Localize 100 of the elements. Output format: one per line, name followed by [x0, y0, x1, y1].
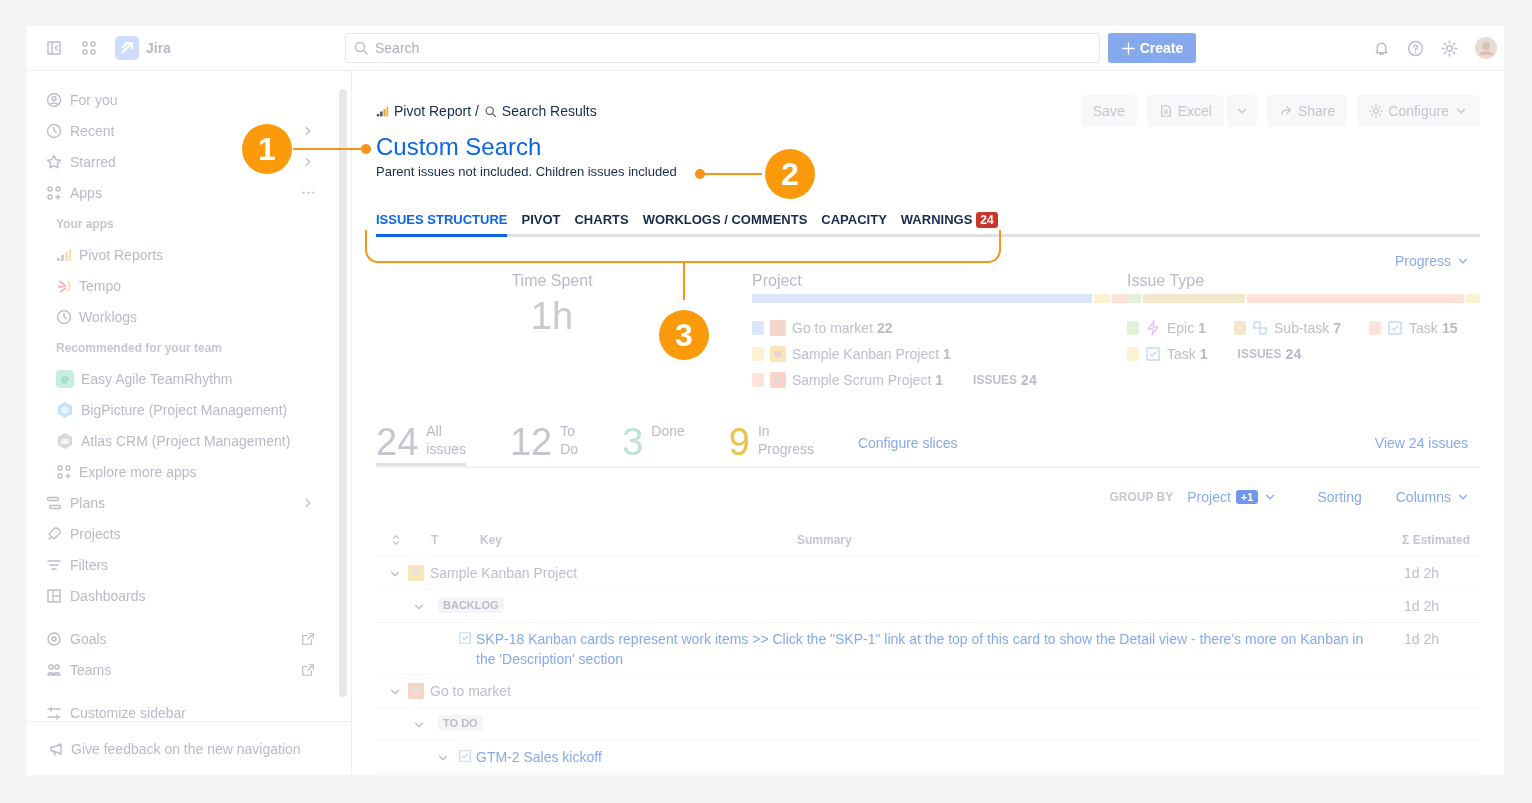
ribbon-icon	[56, 277, 72, 294]
sidebar-item[interactable]: Dashboards	[46, 587, 146, 604]
hexagon-icon	[56, 400, 74, 419]
breakdown-title: Issue Type	[1127, 271, 1206, 291]
sidebar-item[interactable]: Filters	[46, 556, 109, 573]
checkbox-icon	[458, 749, 472, 763]
tab[interactable]: WORKLOGS / COMMENTS	[642, 210, 808, 237]
project-group-label[interactable]: Sample Kanban Project	[430, 563, 578, 583]
legend-count: 7	[1333, 320, 1342, 336]
tab[interactable]: PIVOT	[521, 210, 561, 237]
sidebar-item[interactable]: Projects	[46, 525, 121, 542]
column-header[interactable]: Σ Estimated	[1360, 533, 1480, 547]
sidebar-item[interactable]: Apps	[46, 184, 102, 201]
sorting-button[interactable]: Sorting	[1317, 489, 1362, 505]
total-label: ISSUES	[973, 373, 1018, 387]
sidebar-heading: Recommended for your team	[55, 339, 224, 357]
legend-label: Sub-task	[1274, 320, 1330, 336]
columns-dropdown[interactable]: Columns	[1395, 489, 1470, 505]
status-lozenge: TO DO	[438, 715, 483, 731]
column-header[interactable]: Summary	[797, 533, 1360, 547]
legend-label: Task	[1409, 320, 1438, 336]
sidebar-item[interactable]: Customize sidebar	[46, 704, 186, 721]
bars-icon	[46, 494, 62, 511]
column-header[interactable]: T	[416, 533, 480, 547]
legend-label: Sample Kanban Project	[792, 346, 940, 362]
apps-icon	[56, 463, 72, 480]
page-title: Custom Search	[376, 132, 543, 162]
view-issues-link[interactable]: View 24 issues	[1374, 435, 1480, 451]
project-avatar-icon	[770, 320, 786, 336]
progress-dropdown[interactable]: Progress	[1394, 251, 1470, 271]
breadcrumb-link[interactable]: Search Results	[501, 103, 597, 119]
rocket-icon	[46, 525, 62, 542]
search-icon	[483, 104, 497, 118]
column-header[interactable]: Key	[480, 533, 797, 547]
export-menu-button[interactable]	[1226, 95, 1257, 127]
legend-count: 1	[943, 346, 951, 362]
sidebar-item[interactable]: BigPicture (Project Management)	[56, 400, 288, 419]
file-icon	[1158, 104, 1173, 118]
search-field[interactable]: Search	[345, 33, 1100, 63]
bell-icon[interactable]	[1373, 39, 1390, 57]
checkbox-icon	[1387, 320, 1404, 336]
legend-count: 1	[935, 372, 944, 388]
tab[interactable]: WARNINGS 24	[900, 210, 998, 237]
tab[interactable]: CHARTS	[574, 210, 629, 237]
sidebar-item[interactable]: Explore more apps	[56, 463, 197, 480]
leader-line	[695, 169, 763, 179]
user-icon	[46, 91, 62, 108]
subtask-icon	[1252, 320, 1269, 336]
app-name[interactable]: Jira	[146, 40, 171, 56]
issue-link[interactable]: GTM-2 Sales kickoff	[476, 747, 602, 767]
breadcrumb-link[interactable]: Pivot Report /	[394, 103, 479, 119]
legend-label: Epic	[1167, 320, 1195, 336]
sidebar-item[interactable]: Starred	[46, 153, 116, 170]
megaphone-icon	[49, 740, 65, 757]
sidebar-item[interactable]: Easy Agile TeamRhythm	[56, 369, 233, 388]
tab[interactable]: ISSUES STRUCTURE	[376, 210, 508, 237]
grid-icon[interactable]	[81, 40, 97, 56]
total-count: 24	[1021, 372, 1037, 388]
page-subtitle: Parent issues not included. Children issues included	[376, 163, 677, 181]
external-link-icon[interactable]	[301, 631, 315, 646]
time-spent-label: Time Spent	[511, 271, 593, 291]
feedback-link[interactable]: Give feedback on the new navigation	[49, 740, 301, 757]
sidebar-item[interactable]: Worklogs	[56, 308, 138, 325]
robot-badge-icon	[56, 431, 74, 450]
help-icon[interactable]	[1407, 39, 1424, 57]
status-lozenge: BACKLOG	[438, 597, 504, 613]
group-by-dropdown[interactable]: Project +1	[1187, 489, 1278, 505]
project-group-label[interactable]: Go to market	[430, 681, 511, 701]
checkbox-icon	[1145, 346, 1161, 362]
clock-icon	[56, 308, 72, 325]
tab[interactable]: CAPACITY	[821, 210, 887, 237]
legend-label: Go to market	[792, 320, 873, 336]
bar-chart-icon	[56, 246, 72, 263]
create-button[interactable]: Create	[1108, 33, 1196, 63]
avatar[interactable]	[1475, 37, 1497, 59]
people-icon	[46, 661, 62, 678]
sidebar-item[interactable]: Tempo	[56, 277, 122, 294]
sidebar-item[interactable]: Atlas CRM (Project Management)	[56, 431, 291, 450]
app-logo-icon[interactable]	[115, 36, 139, 60]
settings-icon[interactable]	[1441, 39, 1458, 57]
clock-icon	[46, 122, 62, 139]
configure-slices-link[interactable]: Configure slices	[857, 435, 958, 451]
breakdown-title: Project	[752, 271, 803, 291]
sidebar-heading: Your apps	[55, 215, 115, 233]
external-link-icon[interactable]	[301, 662, 315, 677]
sidebar-item[interactable]: Goals	[46, 630, 107, 647]
time-spent-value: 1h	[530, 294, 574, 339]
sidebar-item[interactable]: For you	[46, 91, 118, 108]
sidebar-item[interactable]: Plans	[46, 494, 106, 511]
apps-icon	[46, 184, 62, 201]
sidebar-item[interactable]: Recent	[46, 122, 115, 139]
group-by-label: GROUP BY	[1109, 490, 1174, 504]
total-label: ISSUES	[1237, 347, 1282, 361]
sidebar-item[interactable]: Pivot Reports	[56, 246, 164, 263]
project-avatar-icon	[770, 346, 786, 362]
status-slice[interactable]: 3 Done	[622, 422, 685, 466]
sidebar-toggle-icon[interactable]	[46, 40, 62, 56]
issue-link[interactable]: SKP-18 Kanban cards represent work items >> Click the "SKP-1" link at the top of this card to show the Detail view - there's more on Kanban in the 'Description' section	[476, 629, 1364, 669]
more-icon[interactable]	[302, 191, 315, 194]
sidebar-item[interactable]: Teams	[46, 661, 112, 678]
